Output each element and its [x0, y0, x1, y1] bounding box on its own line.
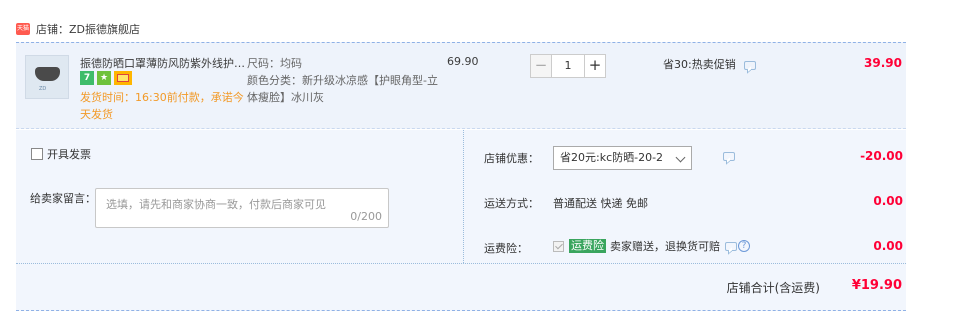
insurance-text: 卖家赠送，退换货可赔	[610, 240, 720, 253]
delivery-amount: 0.00	[873, 194, 903, 208]
credit-card-icon[interactable]	[114, 71, 132, 85]
message-label: 给卖家留言：	[30, 192, 96, 205]
discount-amount: -20.00	[860, 149, 903, 163]
comment-icon[interactable]	[723, 152, 735, 161]
options-right: 店铺优惠： 省20元:kc防晒-20-2 -20.00 运送方式： 普通配送 快…	[463, 130, 906, 263]
unit-price: 69.90	[447, 55, 479, 68]
ship-time-note: 发货时间：16:30前付款，承诺今天发货	[80, 91, 244, 121]
product-thumbnail[interactable]: ZD	[25, 55, 69, 99]
shop-total-row: 店铺合计(含运费) ¥19.90	[16, 263, 906, 311]
order-options-panel: 开具发票 给卖家留言： 选填，请先和商家协商一致，付款后商家可见 0/200 店…	[16, 130, 906, 311]
sku-color: 颜色分类：新升级冰凉感【护眼角型-立体瘦脸】冰川灰	[247, 74, 438, 104]
mask-image-icon	[35, 67, 60, 81]
coupon-select[interactable]: 省20元:kc防晒-20-2	[553, 146, 692, 170]
insurance-label: 运费险：	[484, 242, 528, 255]
options-left: 开具发票 给卖家留言： 选填，请先和商家协商一致，付款后商家可见 0/200	[16, 130, 463, 263]
shop-name-link[interactable]: 店铺：ZD振德旗舰店	[36, 21, 140, 37]
invoice-checkbox[interactable]	[31, 148, 43, 160]
promo-text: 省30:热卖促销	[663, 58, 736, 71]
chevron-down-icon	[675, 152, 686, 163]
message-placeholder: 选填，请先和商家协商一致，付款后商家可见	[106, 198, 326, 211]
sku-info: 尺码：均码 颜色分类：新升级冰凉感【护眼角型-立体瘦脸】冰川灰	[247, 55, 447, 106]
thumbnail-brand-text: ZD	[39, 86, 47, 92]
item-subtotal: 39.90	[864, 56, 902, 70]
seller-message-textarea[interactable]: 选填，请先和商家协商一致，付款后商家可见 0/200	[95, 188, 389, 228]
invoice-label: 开具发票	[47, 148, 91, 161]
delivery-label: 运送方式：	[484, 197, 539, 210]
quantity-stepper: − 1 +	[530, 54, 606, 78]
shop-total-label: 店铺合计(含运费)	[726, 281, 820, 295]
shop-discount-row: 店铺优惠： 省20元:kc防晒-20-2 -20.00	[464, 144, 907, 170]
quantity-increase-button[interactable]: +	[584, 54, 606, 78]
coupon-select-value: 省20元:kc防晒-20-2	[560, 151, 664, 164]
tmall-badge-icon: 天猫	[16, 23, 30, 35]
promo-info: 省30:热卖促销	[663, 56, 757, 72]
cart-item-row: ZD 振德防晒口罩薄防风防紫外线护眼角女夏季冰丝透气 7 ★ 发货时间：16:3…	[16, 42, 906, 129]
seven-day-return-icon[interactable]: 7	[80, 71, 94, 85]
service-icons: 7 ★	[80, 71, 132, 85]
message-char-count: 0/200	[350, 210, 382, 223]
shop-header: 天猫 店铺：ZD振德旗舰店	[16, 20, 140, 38]
comment-icon[interactable]	[744, 60, 757, 70]
product-title-link[interactable]: 振德防晒口罩薄防风防紫外线护眼角女夏季冰丝透气	[80, 55, 245, 71]
shop-total-amount: ¥19.90	[851, 278, 902, 293]
delivery-row: 运送方式： 普通配送 快递 免邮 0.00	[464, 189, 907, 213]
quantity-decrease-button[interactable]: −	[530, 54, 552, 78]
invoice-option[interactable]: 开具发票	[31, 146, 91, 162]
sku-size: 尺码：均码	[247, 57, 302, 70]
insurance-checkbox[interactable]	[553, 240, 564, 252]
delivery-guarantee-icon[interactable]: ★	[97, 71, 111, 85]
insurance-info: 运费险 卖家赠送，退换货可赔 ?	[553, 238, 750, 254]
help-icon[interactable]: ?	[738, 240, 750, 252]
discount-label: 店铺优惠：	[484, 152, 539, 165]
shipping-insurance-row: 运费险： 运费险 卖家赠送，退换货可赔 ? 0.00	[464, 234, 907, 258]
insurance-badge: 运费险	[569, 239, 606, 253]
quantity-input[interactable]: 1	[552, 54, 584, 78]
comment-icon[interactable]	[725, 241, 737, 251]
delivery-value: 普通配送 快递 免邮	[553, 197, 648, 210]
insurance-amount: 0.00	[873, 239, 903, 253]
